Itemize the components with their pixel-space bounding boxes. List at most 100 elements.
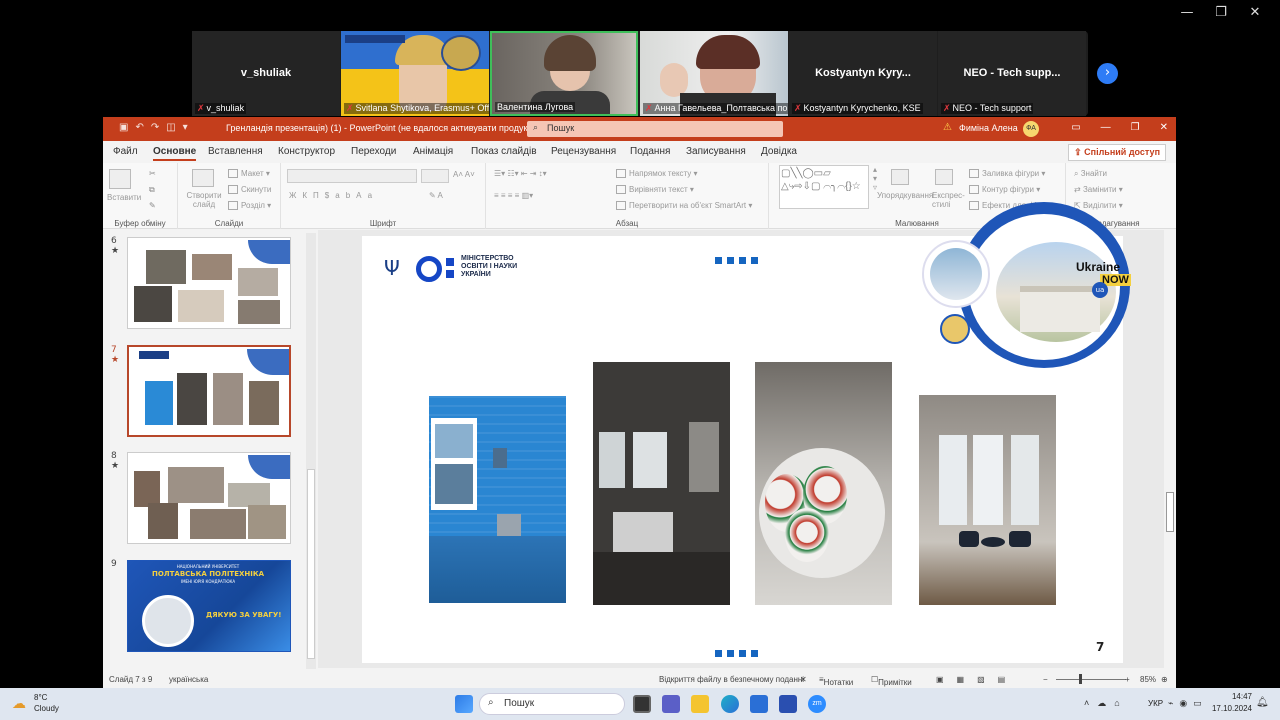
- font-name-select[interactable]: [287, 169, 417, 183]
- paste-button[interactable]: Вставити: [107, 193, 141, 202]
- tab-animations[interactable]: Анімація: [413, 146, 453, 157]
- cut-icon[interactable]: ✂: [149, 169, 156, 178]
- font-size-select[interactable]: [421, 169, 449, 183]
- participant-tile[interactable]: ✗ Анна Гавельева_Полтавська по...: [640, 31, 788, 116]
- slide-thumbnail-6[interactable]: [127, 237, 291, 329]
- shapes-gallery[interactable]: ▢╲╲◯▭▱ △⤷⇨⇩▢ ⌒╮⌒{}☆: [779, 165, 869, 209]
- tab-slideshow[interactable]: Показ слайдів: [471, 146, 537, 157]
- participant-tile[interactable]: ✗ Svitlana Shytikova, Erasmus+ Off...: [341, 31, 489, 116]
- tab-review[interactable]: Рецензування: [551, 146, 616, 157]
- scrollbar-thumb[interactable]: [1166, 492, 1174, 532]
- tab-view[interactable]: Подання: [630, 146, 670, 157]
- task-view-icon[interactable]: [633, 695, 651, 713]
- store-icon[interactable]: [750, 695, 768, 713]
- smartart-button[interactable]: Перетворити на об'єкт SmartArt ▾: [616, 201, 752, 211]
- weather-desc[interactable]: Cloudy: [34, 704, 59, 713]
- ua-badge: ua: [1092, 282, 1108, 298]
- font-color-icon[interactable]: ✎ A: [429, 191, 443, 200]
- zoom-slider[interactable]: [1056, 679, 1126, 680]
- copy-icon[interactable]: ⧉: [149, 185, 155, 195]
- reset-button[interactable]: Скинути: [228, 185, 271, 195]
- new-slide-button[interactable]: Створити слайд: [184, 191, 224, 209]
- restore-icon[interactable]: ❐: [1131, 122, 1140, 133]
- close-icon[interactable]: ✕: [1160, 122, 1168, 133]
- language-indicator[interactable]: українська: [169, 675, 208, 684]
- layout-button[interactable]: Макет ▾: [228, 169, 270, 179]
- zoom-in-icon[interactable]: +: [1125, 675, 1130, 684]
- tab-transitions[interactable]: Переходи: [351, 146, 396, 157]
- align-text-button[interactable]: Вирівняти текст ▾: [616, 185, 694, 195]
- notifications-icon[interactable]: 🔔︎: [1256, 697, 1269, 708]
- tray-icons[interactable]: ˄☁⌂: [1084, 698, 1128, 709]
- user-name[interactable]: Фиміна Алена: [959, 123, 1018, 133]
- scrollbar-thumb[interactable]: [307, 469, 315, 659]
- text-direction-button[interactable]: Напрямок тексту ▾: [616, 169, 698, 179]
- next-participants-button[interactable]: ›: [1097, 63, 1118, 84]
- tab-insert[interactable]: Вставлення: [208, 146, 263, 157]
- clock-time[interactable]: 14:47: [1218, 692, 1252, 701]
- list-icons[interactable]: ☰▾ ☷▾ ⇤ ⇥ ↕▾: [494, 169, 547, 178]
- close-icon[interactable]: ✕: [1238, 4, 1272, 22]
- start-icon[interactable]: [455, 695, 473, 713]
- zoom-app-icon[interactable]: zm: [808, 695, 826, 713]
- gallery-scroll[interactable]: ▴ ▾ ▿: [873, 165, 877, 192]
- participant-tile[interactable]: Kostyantyn Kyry... ✗ Kostyantyn Kyrychenk…: [789, 31, 937, 116]
- maximize-icon[interactable]: ❐: [1204, 4, 1238, 22]
- photo-window-chairs: [919, 395, 1056, 605]
- network-volume-battery-icons[interactable]: ⌁◉▭: [1168, 698, 1208, 709]
- minimize-icon[interactable]: —: [1101, 122, 1111, 133]
- shape-outline-button[interactable]: Контур фігури ▾: [969, 185, 1040, 195]
- slide-thumbnail-8[interactable]: [127, 452, 291, 544]
- photo-room: [593, 362, 730, 605]
- avatar[interactable]: ФА: [1023, 121, 1039, 137]
- search-box[interactable]: ⌕ Пошук: [527, 121, 783, 137]
- file-explorer-icon[interactable]: [691, 695, 709, 713]
- share-button[interactable]: ⇪ Спільний доступ: [1068, 144, 1166, 161]
- minimize-icon[interactable]: —: [1170, 4, 1204, 22]
- select-button[interactable]: ⇱ Виділити ▾: [1074, 201, 1123, 210]
- tab-design[interactable]: Конструктор: [278, 146, 335, 157]
- participant-tile[interactable]: v_shuliak ✗ v_shuliak: [192, 31, 340, 116]
- ribbon-display-icon[interactable]: ▭: [1071, 122, 1080, 133]
- shape-fill-button[interactable]: Заливка фігури ▾: [969, 169, 1045, 179]
- arrange-button[interactable]: Упорядкування: [877, 191, 933, 200]
- zoom-slider-thumb[interactable]: [1079, 674, 1082, 684]
- quick-access-toolbar[interactable]: ▣↶↷◫▾: [119, 122, 195, 133]
- tab-help[interactable]: Довідка: [761, 146, 797, 157]
- replace-button[interactable]: ⇄ Замінити ▾: [1074, 185, 1123, 194]
- slide-canvas[interactable]: Ψ МІНІСТЕРСТВО ОСВІТИ І НАУКИ УКРАЇНИ Uk…: [362, 202, 1131, 663]
- tab-record[interactable]: Записування: [686, 146, 746, 157]
- align-icons[interactable]: ≡ ≡ ≡ ≡ ▥▾: [494, 191, 533, 200]
- notes-button[interactable]: ≡ Нотатки: [819, 675, 853, 687]
- tab-home[interactable]: Основне: [153, 146, 197, 161]
- participant-tile-active-speaker[interactable]: Валентина Лугова: [490, 31, 638, 116]
- slide-thumbnail-9[interactable]: НАЦІОНАЛЬНИЙ УНІВЕРСИТЕТ ПОЛТАВСЬКА ПОЛІ…: [127, 560, 291, 652]
- participant-tile[interactable]: NEO - Tech supp... ✗ NEO - Tech support: [938, 31, 1086, 116]
- fit-slide-icon[interactable]: ⊕: [1161, 675, 1168, 684]
- font-size-buttons[interactable]: A˄ A˅: [453, 170, 475, 179]
- find-button[interactable]: ⌕ Знайти: [1074, 169, 1107, 179]
- zoom-level[interactable]: 85%: [1140, 675, 1156, 684]
- quick-styles-button[interactable]: Експрес-стилі: [932, 191, 966, 209]
- mic-muted-icon: ✗: [346, 103, 354, 113]
- section-button[interactable]: Розділ ▾: [228, 201, 271, 211]
- clipboard-group: Вставити ✂ ⧉ ✎ Буфер обміну: [103, 163, 178, 229]
- format-painter-icon[interactable]: ✎: [149, 201, 156, 210]
- view-buttons[interactable]: ▣▦▧▤: [936, 675, 1018, 684]
- zoom-out-icon[interactable]: −: [1043, 675, 1048, 684]
- slide-thumbnail-7-selected[interactable]: [127, 345, 291, 437]
- slides-group: Створити слайд Макет ▾ Скинути Розділ ▾ …: [178, 163, 281, 229]
- teams-icon[interactable]: [662, 695, 680, 713]
- clock-date[interactable]: 17.10.2024: [1206, 704, 1252, 713]
- edge-icon[interactable]: [721, 695, 739, 713]
- app-icon[interactable]: [779, 695, 797, 713]
- close-notice-icon[interactable]: ✕: [800, 675, 807, 684]
- font-format-buttons[interactable]: ЖКП$abАа: [289, 191, 378, 200]
- thumbnails-scrollbar[interactable]: [306, 233, 316, 669]
- editor-scrollbar[interactable]: [1164, 230, 1176, 668]
- taskbar-search[interactable]: ⌕ Пошук: [479, 693, 625, 715]
- keyboard-language[interactable]: УКР: [1148, 699, 1163, 708]
- tab-file[interactable]: Файл: [113, 146, 138, 157]
- comments-button[interactable]: ☐ Примітки: [871, 675, 912, 687]
- weather-temp[interactable]: 8°C: [34, 693, 47, 702]
